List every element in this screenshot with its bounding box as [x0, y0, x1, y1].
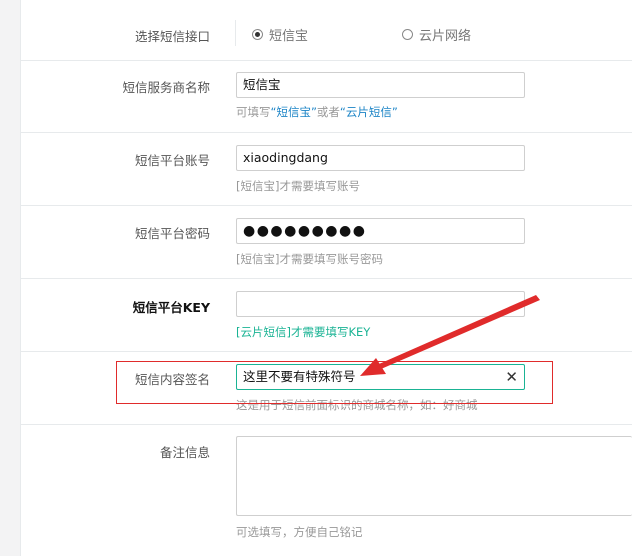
- annotation-arrow: [360, 295, 540, 376]
